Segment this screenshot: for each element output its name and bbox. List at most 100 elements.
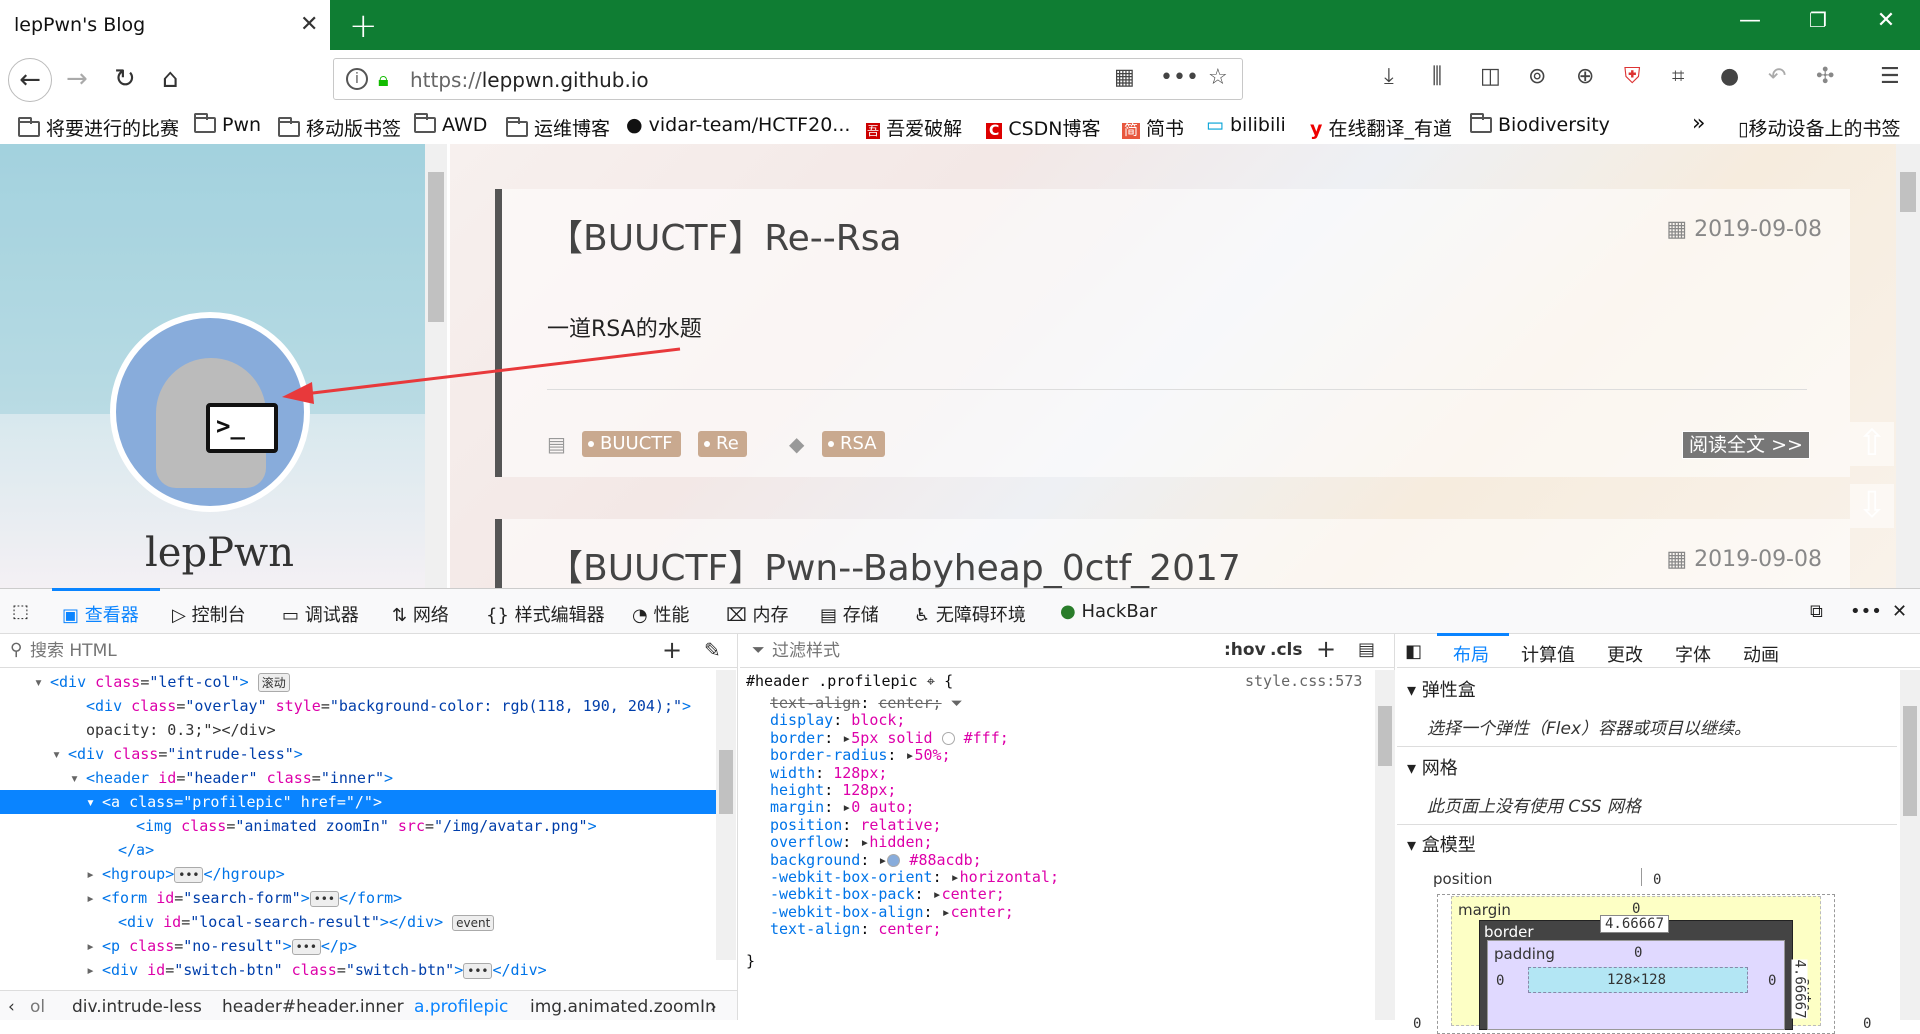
- dock-icon[interactable]: ⧉: [1810, 601, 1823, 622]
- restore-icon[interactable]: ❐: [1798, 8, 1838, 32]
- breadcrumb-back-icon[interactable]: ‹: [8, 997, 15, 1017]
- expand-toggle-icon[interactable]: ▸: [86, 865, 95, 883]
- tab-layout[interactable]: 布局: [1453, 641, 1489, 667]
- devtools-close-icon[interactable]: ✕: [1892, 601, 1907, 622]
- css-declaration[interactable]: display: block;: [770, 711, 905, 729]
- minimize-icon[interactable]: —: [1730, 8, 1770, 33]
- expand-toggle-icon[interactable]: ▸: [933, 885, 942, 903]
- bookmark-jianshu[interactable]: 简 简书: [1122, 114, 1184, 141]
- tab-style-editor[interactable]: {} 样式编辑器: [486, 601, 605, 627]
- css-declaration[interactable]: margin: ▸0 auto;: [770, 798, 915, 816]
- bookmark-52pojie[interactable]: 吾 吾爱破解: [866, 114, 962, 141]
- css-declaration[interactable]: text-align: center;: [770, 920, 942, 938]
- tab-close-icon[interactable]: ✕: [300, 12, 318, 37]
- rule-selector[interactable]: #header .profilepic: [746, 672, 918, 690]
- tab-performance[interactable]: ◔ 性能: [632, 601, 689, 627]
- menu-icon[interactable]: ☰: [1880, 64, 1900, 89]
- tab-console[interactable]: ▷ 控制台: [172, 601, 246, 627]
- grid-section-header[interactable]: ▾ 网格: [1407, 754, 1458, 780]
- bookmark-folder[interactable]: Pwn: [194, 113, 261, 136]
- more-bookmarks-icon[interactable]: »: [1692, 111, 1705, 136]
- flexbox-section-header[interactable]: ▾ 弹性盒: [1407, 676, 1476, 702]
- css-declaration[interactable]: position: relative;: [770, 816, 942, 834]
- read-more-button[interactable]: 阅读全文 >>: [1682, 431, 1810, 459]
- bookmark-github[interactable]: ● vidar-team/HCTF20...: [626, 114, 850, 136]
- tab-fonts[interactable]: 字体: [1675, 641, 1711, 667]
- add-node-icon[interactable]: +: [662, 636, 682, 664]
- markup-line[interactable]: ▸ <hgroup> ••• </hgroup>: [0, 862, 716, 886]
- category-tag[interactable]: BUUCTF: [582, 431, 681, 457]
- search-html-input[interactable]: [30, 638, 630, 664]
- expand-toggle-icon[interactable]: ▾: [34, 673, 43, 691]
- element-picker-icon[interactable]: ⬚: [12, 601, 29, 622]
- css-declaration[interactable]: background: ▸ #88acdb;: [770, 851, 982, 869]
- breadcrumb-forward-icon[interactable]: ›: [710, 997, 717, 1017]
- collapsed-badge[interactable]: •••: [463, 963, 493, 979]
- bookmark-folder[interactable]: AWD: [414, 113, 487, 136]
- collapsed-badge[interactable]: •••: [309, 891, 339, 907]
- bookmark-folder[interactable]: 移动版书签: [278, 114, 401, 141]
- qr-code-icon[interactable]: ▦: [1114, 65, 1135, 90]
- box-padding-top[interactable]: 0: [1634, 945, 1642, 961]
- info-icon[interactable]: i: [346, 68, 368, 90]
- css-declaration[interactable]: height: 128px;: [770, 781, 896, 799]
- devtools-menu-icon[interactable]: •••: [1850, 601, 1882, 622]
- breadcrumb-item[interactable]: a.profilepic: [414, 997, 508, 1017]
- library-icon[interactable]: ⫼: [1432, 64, 1442, 89]
- color-swatch[interactable]: [887, 853, 901, 867]
- markup-line[interactable]: ▸ <div id="switch-btn" class="switch-btn"…: [0, 958, 716, 982]
- tab-hackbar[interactable]: ● HackBar: [1060, 601, 1157, 622]
- css-declaration[interactable]: -webkit-box-align: ▸center;: [770, 903, 1014, 921]
- rule-source[interactable]: style.css:573: [1245, 672, 1362, 690]
- markup-line[interactable]: <div class="overlay" style="background-c…: [0, 694, 716, 718]
- box-position-value[interactable]: 0: [1653, 872, 1661, 888]
- collapsed-badge[interactable]: •••: [174, 867, 204, 883]
- post-title[interactable]: 【BUUCTF】Re--Rsa: [547, 209, 902, 261]
- scroll-down-button[interactable]: ⇩: [1850, 484, 1894, 528]
- box-model-section-header[interactable]: ▾ 盒模型: [1407, 831, 1476, 857]
- bookmark-star-icon[interactable]: ☆: [1208, 65, 1228, 90]
- left-col-scrollbar[interactable]: [425, 144, 447, 588]
- expand-toggle-icon[interactable]: ▸: [860, 833, 869, 851]
- node-badge[interactable]: event: [452, 915, 495, 931]
- expand-toggle-icon[interactable]: ▸: [86, 889, 95, 907]
- extension-icon[interactable]: ●: [1720, 64, 1739, 89]
- bookmark-bilibili[interactable]: ▭ bilibili: [1206, 114, 1286, 136]
- close-window-icon[interactable]: ✕: [1866, 8, 1906, 33]
- scrollbar-thumb[interactable]: [719, 750, 733, 814]
- box-border-top[interactable]: 4.66667: [1600, 915, 1670, 933]
- bookmark-folder[interactable]: 运维博客: [506, 114, 610, 141]
- expand-toggle-icon[interactable]: ▾: [86, 793, 95, 811]
- markup-line[interactable]: ▾ <a class="profilepic" href="/">: [0, 790, 716, 814]
- tab-animations[interactable]: 动画: [1743, 641, 1779, 667]
- css-declaration[interactable]: width: 128px;: [770, 764, 887, 782]
- box-padding-right[interactable]: 0: [1768, 973, 1776, 989]
- breadcrumb-item[interactable]: img.animated.zoomIn: [530, 997, 716, 1017]
- box-border-right[interactable]: 4.66667: [1791, 959, 1808, 1019]
- box-outer-right[interactable]: 0: [1863, 1016, 1871, 1032]
- tab-debugger[interactable]: ▭ 调试器: [282, 601, 359, 627]
- filter-icon[interactable]: ⏷: [951, 694, 963, 712]
- markup-line[interactable]: <img class="animated zoomIn" src="/img/a…: [0, 814, 716, 838]
- markup-line[interactable]: <div id="local-search-result"></div> eve…: [0, 910, 716, 934]
- toggle-sidebar-icon[interactable]: ◧: [1405, 641, 1422, 662]
- filter-styles-bar[interactable]: ⏷ :hov .cls + ▤: [740, 634, 1394, 668]
- css-declaration[interactable]: border: ▸5px solid #fff;: [770, 729, 1009, 747]
- expand-toggle-icon[interactable]: ▸: [842, 798, 851, 816]
- tab-storage[interactable]: ▤ 存储: [820, 601, 879, 627]
- expand-toggle-icon[interactable]: ▸: [905, 746, 914, 764]
- expand-toggle-icon[interactable]: ▸: [951, 868, 960, 886]
- page-scrollbar[interactable]: [1896, 144, 1920, 588]
- home-icon[interactable]: ⌂: [162, 64, 179, 94]
- bookmark-folder[interactable]: Biodiversity: [1470, 113, 1610, 136]
- crop-icon[interactable]: ⌗: [1672, 64, 1684, 89]
- expand-toggle-icon[interactable]: ▸: [86, 937, 95, 955]
- scroll-up-button[interactable]: ⇧: [1850, 422, 1894, 466]
- markup-scrollbar[interactable]: [716, 670, 736, 960]
- markup-line[interactable]: ▾ <div class="left-col"> 滚动: [0, 670, 716, 694]
- profile-avatar[interactable]: >_: [110, 312, 310, 512]
- css-declaration[interactable]: text-align: center; ⏷: [770, 694, 963, 712]
- collapsed-badge[interactable]: •••: [291, 939, 321, 955]
- url-text[interactable]: https://leppwn.github.io: [410, 68, 649, 92]
- css-declaration[interactable]: overflow: ▸hidden;: [770, 833, 933, 851]
